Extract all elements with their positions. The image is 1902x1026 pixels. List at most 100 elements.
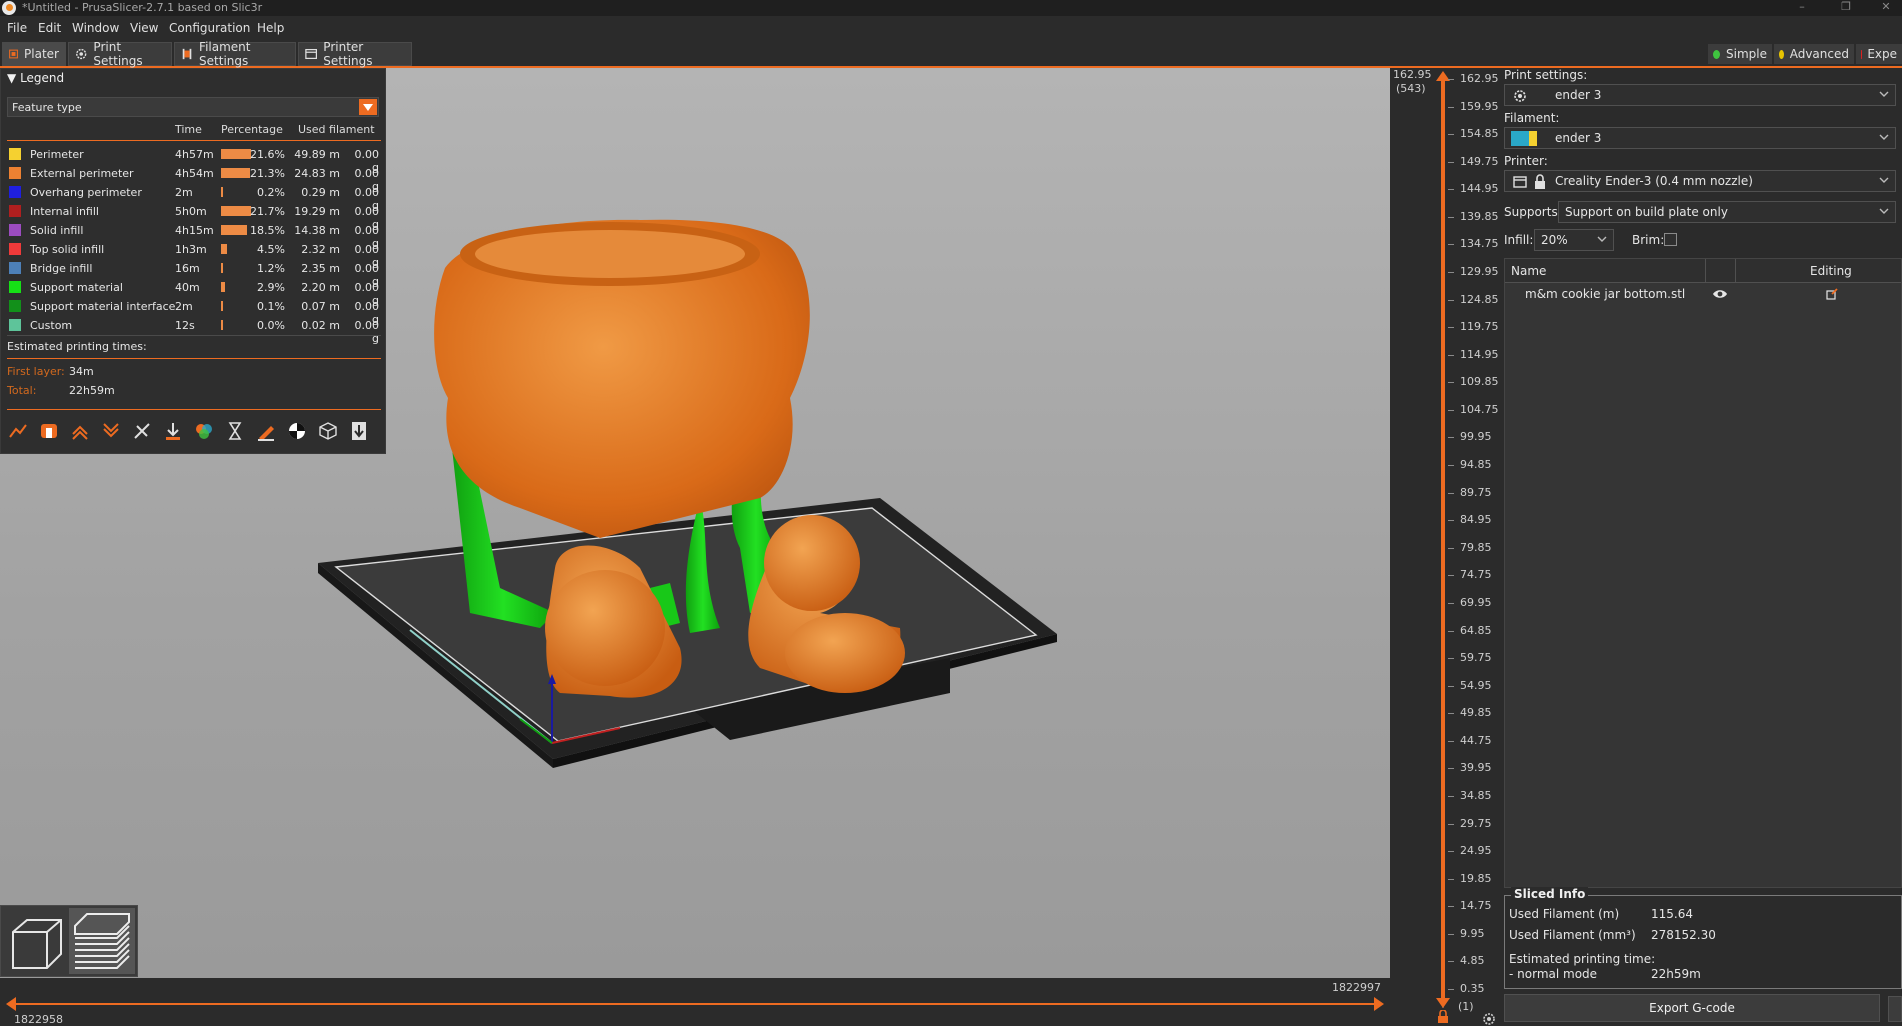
gear-icon (1514, 90, 1526, 102)
legend-row[interactable]: Internal infill 5h0m 21.7% 19.29 m 0.00 g (1, 202, 387, 231)
eye-icon[interactable] (1712, 288, 1728, 300)
feature-percentage: 21.7% (250, 205, 285, 218)
layer-height-tick: 149.75 (1460, 154, 1499, 168)
dropdown-arrow-icon[interactable] (359, 99, 377, 115)
feature-color-swatch (9, 262, 21, 274)
feature-name: Bridge infill (30, 262, 93, 275)
menu-edit[interactable]: Edit (38, 21, 61, 35)
gcode-move-slider[interactable]: 1822958 1822997 (0, 978, 1390, 1026)
sliced-info-title: Sliced Info (1511, 887, 1589, 901)
close-button[interactable]: ✕ (1870, 0, 1902, 16)
legend-row[interactable]: Solid infill 4h15m 18.5% 14.38 m 0.00 g (1, 221, 387, 250)
layer-height-tick: 159.95 (1460, 99, 1499, 113)
feature-time: 4h57m (175, 148, 214, 161)
print-settings-select[interactable]: ender 3 (1504, 84, 1896, 106)
feature-meters: 2.32 m (301, 243, 340, 256)
minimize-button[interactable]: – (1786, 0, 1818, 16)
mode-advanced-button[interactable]: Advanced (1774, 44, 1854, 64)
layer-top-value: 162.95 (1393, 68, 1432, 81)
normal-mode-label: - normal mode (1509, 967, 1598, 981)
used-filament-mm3-value: 278152.30 (1651, 928, 1716, 942)
feature-percentage-bar (221, 149, 251, 159)
seams-icon[interactable] (131, 420, 153, 442)
mode-expert-button[interactable]: Expe (1856, 44, 1902, 64)
move-slider-right-thumb[interactable] (1374, 997, 1386, 1011)
mode-advanced-label: Advanced (1789, 47, 1849, 61)
layer-height-tick: 49.85 (1460, 706, 1492, 720)
tab-print-settings[interactable]: Print Settings (68, 40, 172, 68)
tab-printer-settings[interactable]: Printer Settings (298, 40, 412, 68)
settings-cog-icon[interactable] (1482, 1012, 1496, 1026)
menu-window[interactable]: Window (72, 21, 119, 35)
legend-row[interactable]: Overhang perimeter 2m 0.2% 0.29 m 0.00 g (1, 183, 387, 212)
edit-settings-icon[interactable] (1825, 287, 1839, 301)
supports-select[interactable]: Support on build plate only (1558, 201, 1896, 223)
feature-percentage: 21.3% (250, 167, 285, 180)
legend-row[interactable]: Top solid infill 1h3m 4.5% 2.32 m 0.00 g (1, 240, 387, 269)
layer-height-tick: 19.85 (1460, 871, 1492, 885)
legend-row[interactable]: Custom 12s 0.0% 0.02 m 0.00 g (1, 316, 387, 345)
legend-row[interactable]: Bridge infill 16m 1.2% 2.35 m 0.00 g (1, 259, 387, 288)
feature-meters: 24.83 m (294, 167, 340, 180)
lock-icon[interactable] (1436, 1010, 1450, 1024)
shells-icon[interactable] (317, 420, 339, 442)
feature-percentage-bar (221, 320, 223, 330)
move-slider-left-thumb[interactable] (4, 997, 16, 1011)
legend-row[interactable]: External perimeter 4h54m 21.3% 24.83 m 0.00 … (1, 164, 387, 193)
layer-height-tick: 4.85 (1460, 954, 1485, 968)
feature-name: Solid infill (30, 224, 84, 237)
retractions-icon[interactable] (69, 420, 91, 442)
printer-select[interactable]: Creality Ender-3 (0.4 mm nozzle) (1504, 170, 1896, 192)
mode-simple-button[interactable]: Simple (1708, 44, 1772, 64)
wipe-icon[interactable] (38, 420, 60, 442)
menu-file[interactable]: File (7, 21, 27, 35)
filament-select[interactable]: ender 3 (1504, 127, 1896, 149)
menu-view[interactable]: View (130, 21, 158, 35)
brim-checkbox[interactable] (1664, 233, 1677, 246)
export-gcode-button[interactable]: Export G-code (1504, 994, 1880, 1022)
view-type-select[interactable]: Feature type (7, 97, 379, 117)
tool-changes-icon[interactable] (162, 420, 184, 442)
travel-icon[interactable] (7, 420, 29, 442)
prusaslicer-logo-icon (2, 1, 16, 15)
send-to-printer-button[interactable] (1888, 996, 1902, 1022)
feature-percentage-bar (221, 301, 223, 311)
legend-row[interactable]: Perimeter 4h57m 21.6% 49.89 m 0.00 g (1, 145, 387, 174)
tool-marker-icon[interactable] (348, 420, 370, 442)
layer-height-tick: 84.95 (1460, 513, 1492, 527)
custom-gcode-icon[interactable] (255, 420, 277, 442)
layer-slider-bottom-thumb[interactable] (1436, 998, 1450, 1008)
estimated-printing-times-label: Estimated printing times: (7, 340, 147, 353)
center-of-gravity-icon[interactable] (286, 420, 308, 442)
legend-row[interactable]: Support material interface 2m 0.1% 0.07 m 0.… (1, 297, 387, 326)
feature-color-swatch (9, 300, 21, 312)
layer-height-tick: 64.85 (1460, 623, 1492, 637)
feature-meters: 19.29 m (294, 205, 340, 218)
legend-row[interactable]: Support material 40m 2.9% 2.20 m 0.00 g (1, 278, 387, 307)
tab-print-settings-label: Print Settings (93, 40, 143, 68)
pause-prints-icon[interactable] (224, 420, 246, 442)
sliced-info-box: Sliced Info Used Filament (m) 115.64 Use… (1504, 887, 1902, 989)
feature-percentage-bar (221, 187, 223, 197)
infill-select[interactable]: 20% (1534, 229, 1614, 251)
tab-filament-settings[interactable]: Filament Settings (174, 40, 296, 68)
column-name[interactable]: Name (1511, 264, 1546, 278)
legend-header[interactable]: ▼ Legend (7, 71, 64, 85)
deretractions-icon[interactable] (100, 420, 122, 442)
preview-view-button[interactable] (69, 908, 135, 974)
3d-view-icon[interactable] (7, 914, 65, 972)
layer-height-tick: 54.95 (1460, 678, 1492, 692)
column-editing[interactable]: Editing (1810, 264, 1852, 278)
object-row[interactable]: m&m cookie jar bottom.stl (1505, 284, 1901, 304)
maximize-button[interactable]: ❐ (1830, 0, 1862, 16)
color-changes-icon[interactable] (193, 420, 215, 442)
object-list[interactable]: Name Editing m&m cookie jar bottom.stl (1504, 258, 1902, 888)
menu-configuration[interactable]: Configuration (169, 21, 250, 35)
layer-height-tick: 99.95 (1460, 430, 1492, 444)
tab-printer-settings-label: Printer Settings (323, 40, 373, 68)
tab-plater[interactable]: Plater (2, 42, 66, 66)
menu-help[interactable]: Help (257, 21, 284, 35)
chevron-down-icon (1879, 177, 1889, 183)
collapse-triangle-icon: ▼ (7, 71, 17, 85)
layer-height-tick: 9.95 (1460, 926, 1485, 940)
